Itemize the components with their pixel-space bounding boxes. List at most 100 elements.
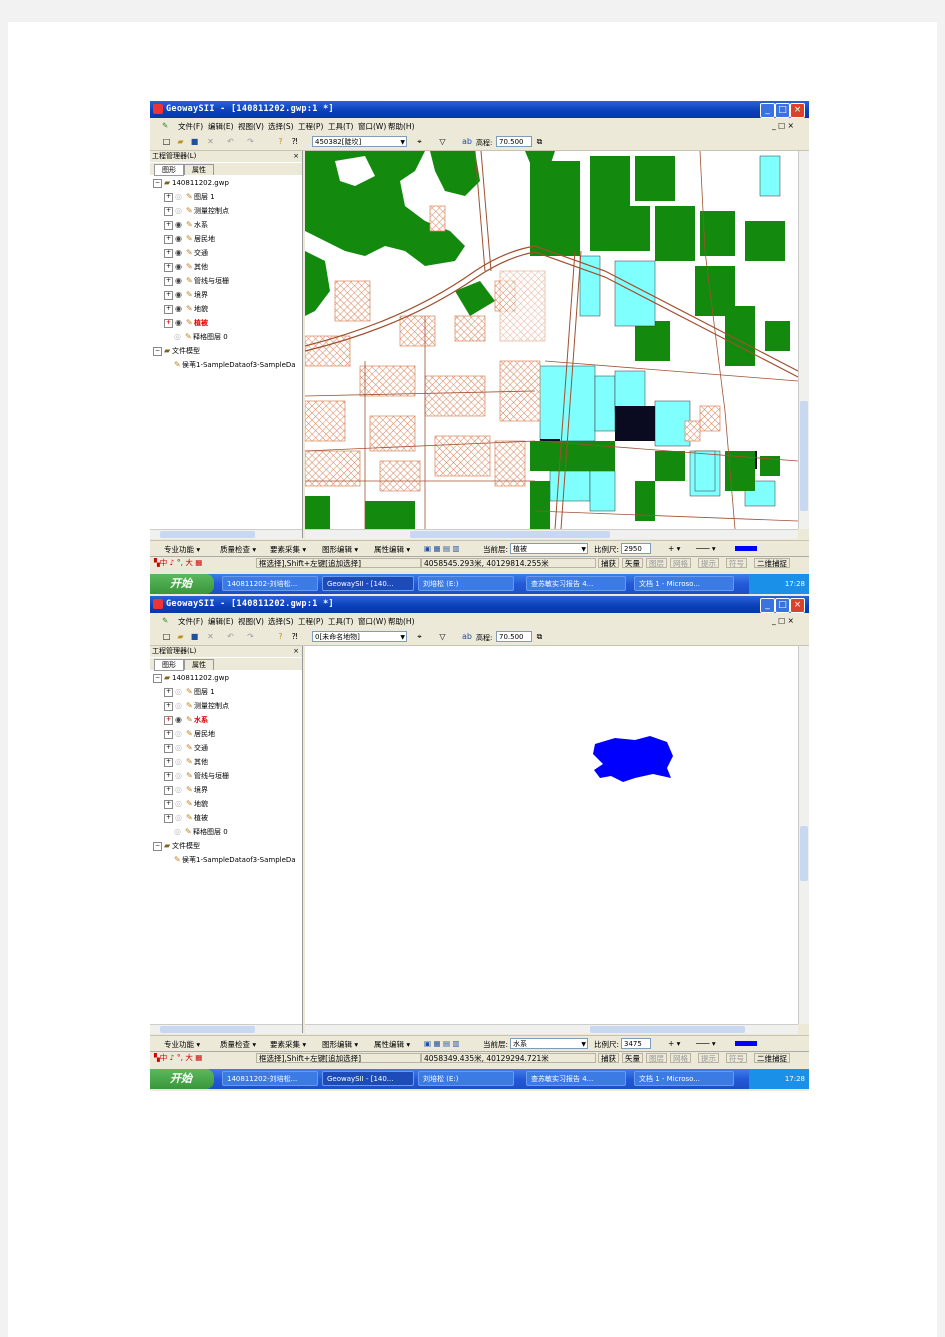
- status-2d-snap[interactable]: 二维捕捉: [754, 1053, 790, 1063]
- layer-row-10-active[interactable]: + ◉ ✎植被: [164, 317, 208, 329]
- expand-icon[interactable]: +: [164, 729, 173, 739]
- expand-icon[interactable]: +: [164, 813, 173, 823]
- tree-file-model[interactable]: − ▰ 文件模型: [153, 345, 200, 357]
- scale-input[interactable]: 2950: [621, 543, 651, 554]
- attribute-edit-button[interactable]: 属性编辑 ▾: [374, 544, 410, 555]
- panel-close-icon[interactable]: ×: [293, 646, 299, 657]
- graphic-edit-button[interactable]: 图形编辑 ▾: [322, 544, 358, 555]
- eye-icon[interactable]: ◎: [175, 191, 186, 203]
- layer-row-7[interactable]: + ◎ ✎管线与垣栅: [164, 770, 229, 782]
- menu-window[interactable]: 窗口(W): [358, 616, 386, 627]
- eye-icon[interactable]: ◎: [175, 728, 186, 740]
- pencil-icon[interactable]: ✎: [186, 289, 194, 301]
- tree-file-model[interactable]: − ▰ 文件模型: [153, 840, 200, 852]
- layer-row-2[interactable]: + ◎ ✎测量控制点: [164, 205, 229, 217]
- tab-graphics[interactable]: 图形: [154, 659, 184, 671]
- layer-row-11[interactable]: ◎ ✎释格图层 0: [174, 331, 228, 343]
- eye-icon[interactable]: ◉: [175, 303, 186, 315]
- task-report[interactable]: 查苏敏实习报告 4...: [526, 1071, 626, 1086]
- layer-row-4[interactable]: + ◉ ✎居民地: [164, 233, 215, 245]
- app-menu-icon[interactable]: ✎: [162, 616, 168, 625]
- maximize-button[interactable]: □: [775, 598, 790, 613]
- attribute-edit-button[interactable]: 属性编辑 ▾: [374, 1039, 410, 1050]
- map-view[interactable]: [305, 151, 798, 529]
- panel-hscrollbar[interactable]: [150, 1024, 302, 1034]
- expand-icon[interactable]: +: [164, 687, 173, 697]
- elevation-input[interactable]: 70.500: [496, 136, 532, 147]
- open-icon[interactable]: ▰: [176, 632, 185, 641]
- file-model-child[interactable]: ✎侯苇1-SampleDataof3-SampleDa: [174, 854, 296, 866]
- layer-row-7[interactable]: + ◉ ✎管线与垣栅: [164, 275, 229, 287]
- eye-icon[interactable]: ◉: [175, 317, 186, 329]
- undo-icon[interactable]: ↶: [226, 632, 235, 641]
- eye-icon[interactable]: ◎: [175, 784, 186, 796]
- layer-row-3-active[interactable]: + ◉ ✎水系: [164, 714, 208, 726]
- current-layer-combo[interactable]: 水系 ▼: [510, 1038, 588, 1049]
- color-swatch[interactable]: [735, 546, 757, 551]
- snap-icon[interactable]: ⌖: [415, 632, 424, 641]
- map-hscrollbar[interactable]: [305, 529, 798, 539]
- layer-row-4[interactable]: + ◎ ✎居民地: [164, 728, 215, 740]
- expand-icon[interactable]: +: [164, 220, 173, 230]
- status-symbol[interactable]: 符号: [726, 558, 747, 568]
- tab-attributes[interactable]: 属性: [184, 164, 214, 175]
- eye-icon[interactable]: ◎: [175, 812, 186, 824]
- line-style-combo[interactable]: ─── ▾: [696, 544, 716, 553]
- current-layer-combo[interactable]: 植被 ▼: [510, 543, 588, 554]
- status-symbol[interactable]: 符号: [726, 1053, 747, 1063]
- feature-capture-button[interactable]: 要素采集 ▾: [270, 1039, 306, 1050]
- pencil-icon[interactable]: ✎: [186, 700, 194, 712]
- new-icon[interactable]: □: [162, 632, 171, 641]
- pencil-icon[interactable]: ✎: [186, 742, 194, 754]
- menu-view[interactable]: 视图(V): [238, 616, 264, 627]
- new-icon[interactable]: □: [162, 137, 171, 146]
- redo-icon[interactable]: ↷: [246, 632, 255, 641]
- filter-icon[interactable]: ▽: [438, 137, 447, 146]
- open-icon[interactable]: ▰: [176, 137, 185, 146]
- eye-icon[interactable]: ◉: [175, 714, 186, 726]
- panel-hscrollbar[interactable]: [150, 529, 302, 539]
- feature-capture-button[interactable]: 要素采集 ▾: [270, 544, 306, 555]
- tree-project[interactable]: − ▰ 140811202.gwp: [153, 177, 229, 189]
- task-drive[interactable]: 刘培松 (E:): [418, 1071, 514, 1086]
- menu-tools[interactable]: 工具(T): [328, 616, 353, 627]
- status-grid[interactable]: 网格: [670, 558, 691, 568]
- status-vector[interactable]: 矢量: [622, 558, 643, 568]
- map-vscrollbar[interactable]: [798, 646, 809, 1024]
- map-canvas[interactable]: [305, 646, 798, 1024]
- expand-icon[interactable]: +: [164, 799, 173, 809]
- edit-tools-icon[interactable]: ▣ ▦ ▤ ▥: [424, 544, 460, 553]
- layer-row-8[interactable]: + ◎ ✎境界: [164, 784, 208, 796]
- collapse-icon[interactable]: −: [153, 841, 162, 851]
- menu-file[interactable]: 文件(F): [178, 121, 203, 132]
- filter-icon[interactable]: ▽: [438, 632, 447, 641]
- edit-tools-icon[interactable]: ▣ ▦ ▤ ▥: [424, 1039, 460, 1048]
- eye-icon[interactable]: ◎: [175, 756, 186, 768]
- pencil-icon[interactable]: ✎: [186, 275, 194, 287]
- pencil-icon[interactable]: ✎: [186, 728, 194, 740]
- menu-tools[interactable]: 工具(T): [328, 121, 353, 132]
- status-grid[interactable]: 网格: [670, 1053, 691, 1063]
- menu-project[interactable]: 工程(P): [298, 121, 323, 132]
- menu-window[interactable]: 窗口(W): [358, 121, 386, 132]
- scale-input[interactable]: 3475: [621, 1038, 651, 1049]
- layer-row-1[interactable]: + ◎ ✎图层 1: [164, 686, 215, 698]
- copy-icon[interactable]: ⧉: [535, 632, 544, 641]
- quality-check-button[interactable]: 质量检查 ▾: [220, 544, 256, 555]
- pencil-icon[interactable]: ✎: [185, 826, 193, 838]
- scroll-thumb[interactable]: [410, 531, 610, 538]
- expand-icon[interactable]: +: [164, 785, 173, 795]
- tab-attributes[interactable]: 属性: [184, 659, 214, 670]
- redo-icon[interactable]: ↷: [246, 137, 255, 146]
- pencil-icon[interactable]: ✎: [186, 219, 194, 231]
- menu-select[interactable]: 选择(S): [268, 121, 294, 132]
- help-icon[interactable]: ?: [276, 137, 285, 146]
- scroll-thumb[interactable]: [160, 1026, 255, 1033]
- task-geoway[interactable]: GeowaySII - [140...: [322, 1071, 414, 1086]
- layer-row-5[interactable]: + ◉ ✎交通: [164, 247, 208, 259]
- minimize-button[interactable]: _: [760, 103, 775, 118]
- eye-icon[interactable]: ◎: [174, 826, 185, 838]
- save-icon[interactable]: ■: [190, 137, 199, 146]
- eye-icon[interactable]: ◉: [175, 261, 186, 273]
- expand-icon[interactable]: +: [164, 262, 173, 272]
